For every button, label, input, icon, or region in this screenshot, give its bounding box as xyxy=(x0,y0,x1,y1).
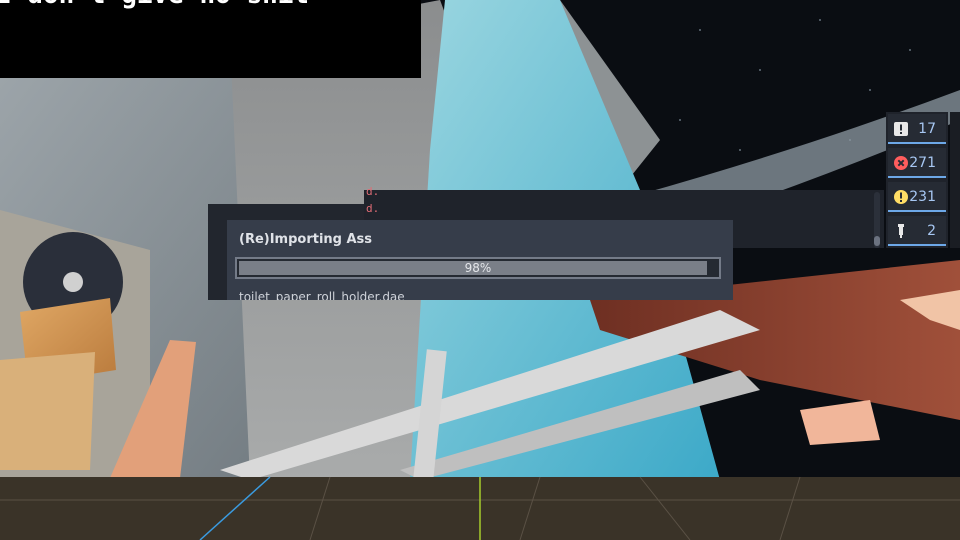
panel-edge xyxy=(950,112,960,248)
messages-filter-button[interactable]: 17 xyxy=(888,114,946,144)
current-import-file: toilet_paper_roll_holder.dae xyxy=(239,290,405,300)
log-line: d. xyxy=(366,202,380,215)
error-icon xyxy=(894,156,908,170)
import-progress-dialog: (Re)Importing Ass 98% toilet_paper_roll_… xyxy=(227,220,733,300)
progress-percent: 98% xyxy=(464,261,492,275)
editor-messages-filter-button[interactable]: 2 xyxy=(888,216,946,246)
log-line: d. xyxy=(366,185,380,198)
message-icon xyxy=(894,122,908,136)
messages-count: 17 xyxy=(918,121,936,137)
warnings-filter-button[interactable]: 231 xyxy=(888,182,946,212)
editor-message-icon xyxy=(898,224,904,238)
warning-icon xyxy=(894,190,908,204)
errors-count: 271 xyxy=(909,155,936,171)
log-scrollbar[interactable] xyxy=(874,192,880,248)
warnings-count: 231 xyxy=(909,189,936,205)
errors-filter-button[interactable]: 271 xyxy=(888,148,946,178)
editor-messages-count: 2 xyxy=(927,223,936,239)
import-progress-bar: 98% xyxy=(235,257,721,279)
crate-stack xyxy=(0,352,95,470)
dialog-title: (Re)Importing Ass xyxy=(239,232,373,247)
log-scroll-thumb[interactable] xyxy=(874,236,880,246)
in-game-text-overlay: I don't give no shit xyxy=(0,0,421,78)
overlay-text: I don't give no shit xyxy=(0,0,309,10)
